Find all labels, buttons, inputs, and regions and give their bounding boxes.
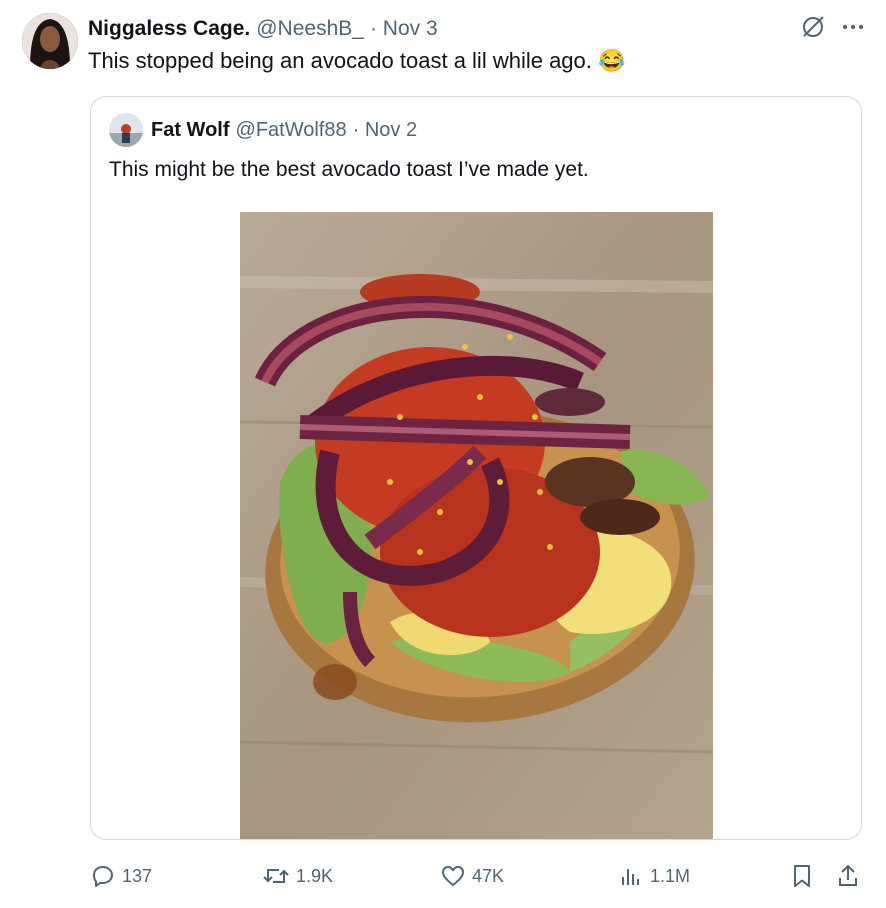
like-count: 47K <box>472 865 505 886</box>
quoted-author-name[interactable]: Fat Wolf <box>151 119 230 142</box>
tweet-text: This stopped being an avocado toast a li… <box>88 48 626 73</box>
reply-button[interactable]: 137 <box>90 858 152 894</box>
views-icon <box>622 869 639 885</box>
quoted-text: This might be the best avocado toast I’v… <box>109 158 589 181</box>
bookmark-button[interactable] <box>790 858 814 894</box>
quoted-header: Fat Wolf @FatWolf88 · Nov 2 <box>109 113 417 147</box>
author-handle[interactable]: @NeeshB_ <box>256 17 364 41</box>
action-bar: 137 1.9K 47K 1.1M <box>90 858 870 894</box>
food-photo[interactable] <box>240 212 713 839</box>
quoted-avatar[interactable] <box>109 113 143 147</box>
quoted-date[interactable]: · Nov 2 <box>353 119 417 142</box>
tweet-header: Niggaless Cage. @NeeshB_ · Nov 3 <box>88 14 866 44</box>
author-avatar[interactable] <box>22 13 78 69</box>
repost-icon <box>263 869 289 883</box>
quoted-author-handle[interactable]: @FatWolf88 <box>236 119 347 142</box>
tweet-date[interactable]: · Nov 3 <box>370 17 438 41</box>
repost-button[interactable]: 1.9K <box>262 858 333 894</box>
share-icon <box>839 864 857 886</box>
quoted-tweet[interactable]: Fat Wolf @FatWolf88 · Nov 2 This might b… <box>90 96 862 840</box>
reply-count: 137 <box>122 865 153 886</box>
views-button[interactable]: 1.1M <box>618 858 690 894</box>
more-icon[interactable] <box>840 14 866 46</box>
heart-icon <box>442 866 464 886</box>
avatar-image <box>22 13 78 69</box>
bookmark-icon <box>794 865 810 887</box>
repost-count: 1.9K <box>296 865 334 886</box>
share-button[interactable] <box>836 858 860 894</box>
views-count: 1.1M <box>650 865 691 886</box>
author-name[interactable]: Niggaless Cage. <box>88 17 250 41</box>
reply-icon <box>93 866 113 887</box>
grok-icon[interactable] <box>800 14 826 46</box>
like-button[interactable]: 47K <box>440 858 504 894</box>
